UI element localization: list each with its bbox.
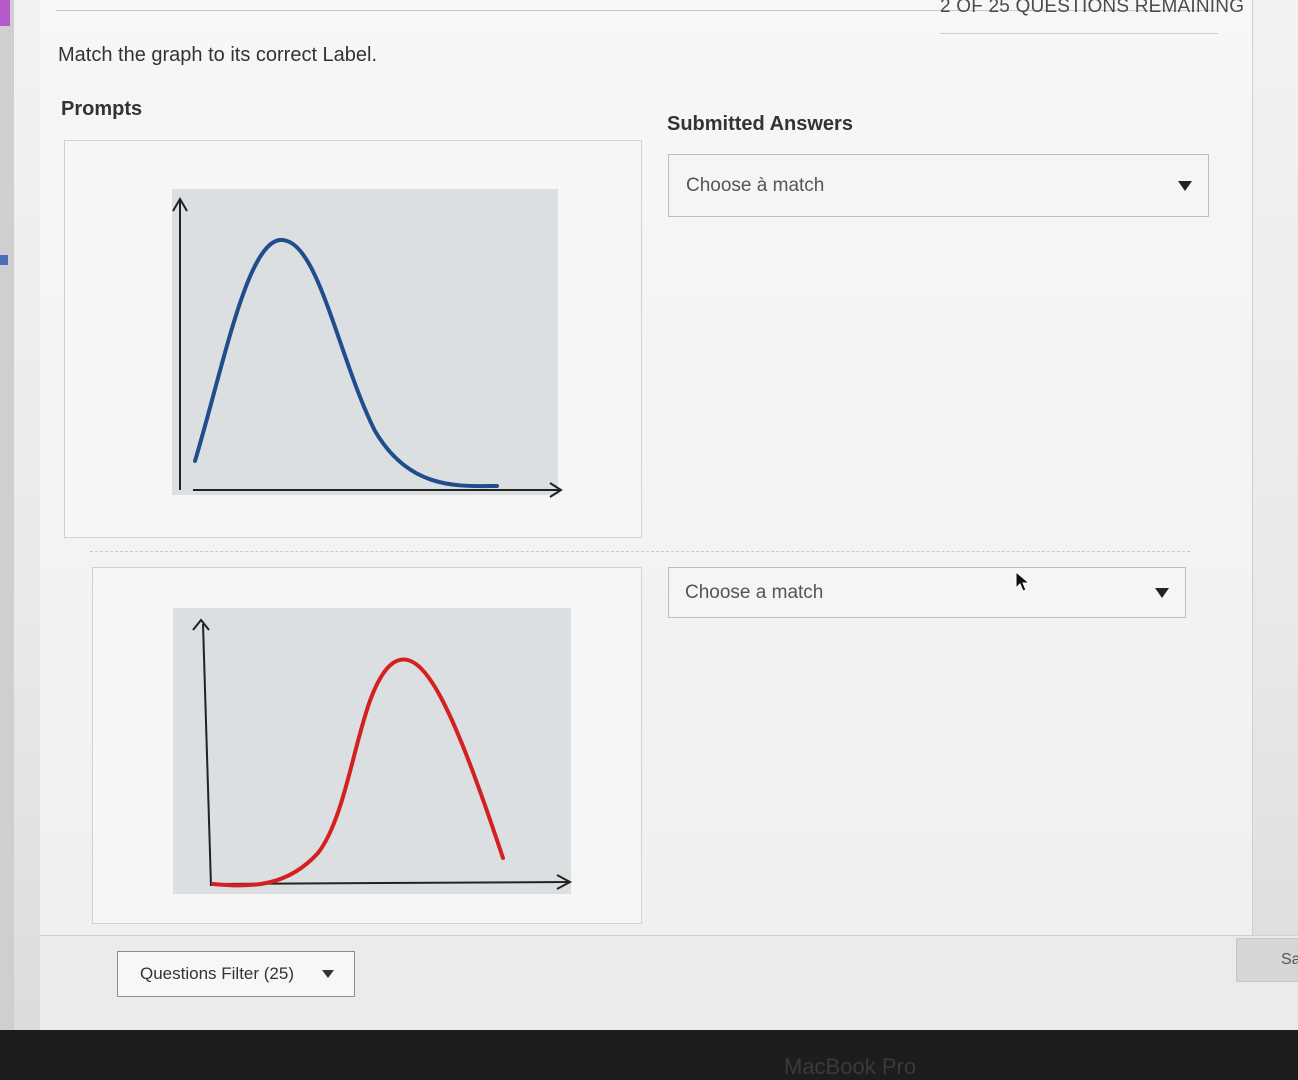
questions-remaining: 2 OF 25 QUESTIONS REMAINING xyxy=(940,0,1245,17)
graph-image-2 xyxy=(173,608,573,894)
device-label: MacBook Pro xyxy=(784,1054,917,1079)
graph-image-1 xyxy=(172,189,563,498)
screen: 2 OF 25 QUESTIONS REMAINING Match the gr… xyxy=(0,0,1298,1031)
left-accent-marker xyxy=(0,0,10,26)
prompts-heading: Prompts xyxy=(61,98,143,120)
chevron-down-icon xyxy=(322,970,334,978)
questions-filter-button[interactable]: Questions Filter (25) xyxy=(117,951,355,997)
left-accent-marker-2 xyxy=(0,255,8,265)
match-select-1[interactable]: Choose à match xyxy=(668,154,1209,217)
chevron-down-icon xyxy=(1155,587,1169,598)
prompt-card-2 xyxy=(92,567,642,924)
match-select-2-value: Choose a match xyxy=(685,581,824,603)
graph-2-background xyxy=(173,608,571,894)
left-edge-strip xyxy=(0,0,14,1030)
save-button[interactable]: Sa xyxy=(1236,938,1298,982)
prompt-card-1 xyxy=(64,140,642,538)
mouse-pointer-icon xyxy=(1015,571,1031,592)
match-select-2[interactable]: Choose a match xyxy=(668,567,1186,618)
question-instruction: Match the graph to its correct Label. xyxy=(58,44,378,66)
match-select-1-value: Choose à match xyxy=(686,174,825,196)
row-divider xyxy=(90,551,1190,552)
submitted-answers-heading: Submitted Answers xyxy=(667,113,853,135)
laptop-bezel xyxy=(0,1030,1298,1080)
remaining-underline xyxy=(940,33,1218,34)
chevron-down-icon xyxy=(1178,180,1192,191)
questions-filter-label: Questions Filter (25) xyxy=(140,964,294,983)
